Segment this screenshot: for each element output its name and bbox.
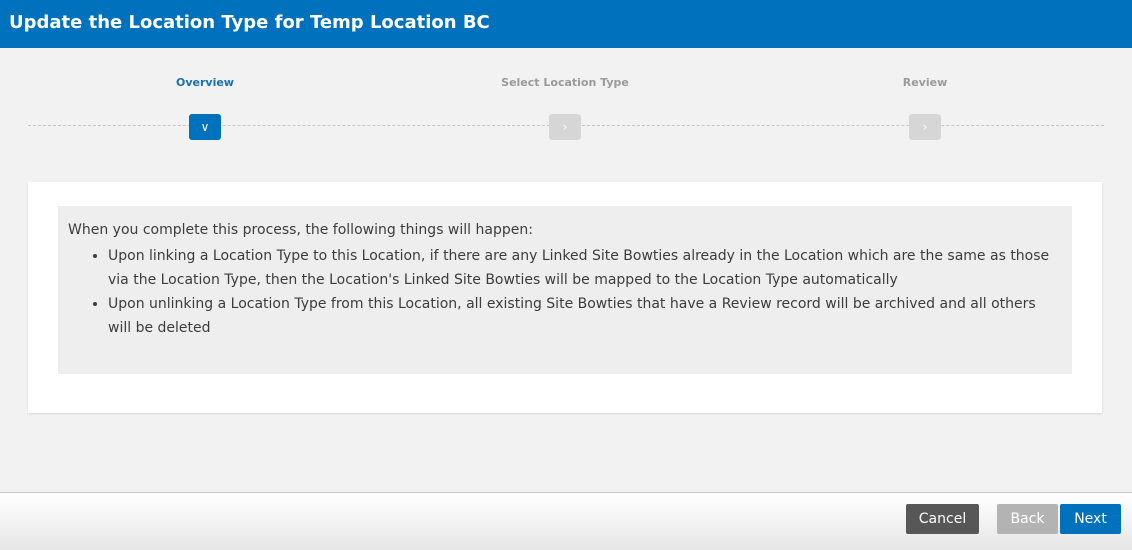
dialog-title: Update the Location Type for Temp Locati… xyxy=(0,0,1132,48)
chevron-down-icon[interactable]: ∨ xyxy=(189,114,221,140)
back-button[interactable]: Back xyxy=(997,504,1058,534)
chevron-right-icon[interactable]: › xyxy=(909,114,941,140)
chevron-right-icon[interactable]: › xyxy=(549,114,581,140)
list-item: Upon linking a Location Type to this Loc… xyxy=(108,244,1062,292)
overview-panel: When you complete this process, the foll… xyxy=(28,182,1102,413)
cancel-button[interactable]: Cancel xyxy=(906,504,979,534)
overview-intro: When you complete this process, the foll… xyxy=(68,222,533,238)
list-item: Upon unlinking a Location Type from this… xyxy=(108,292,1062,340)
step-label: Review xyxy=(902,76,948,89)
step-label: Select Location Type xyxy=(501,76,629,89)
overview-bullet-list: Upon linking a Location Type to this Loc… xyxy=(68,244,1062,340)
step-label: Overview xyxy=(176,76,234,89)
wizard-stepper: Overview ∨ Select Location Type › Review… xyxy=(0,48,1132,158)
info-box: When you complete this process, the foll… xyxy=(58,206,1072,374)
next-button[interactable]: Next xyxy=(1060,504,1121,534)
dialog-footer: Cancel Back Next xyxy=(0,492,1132,550)
